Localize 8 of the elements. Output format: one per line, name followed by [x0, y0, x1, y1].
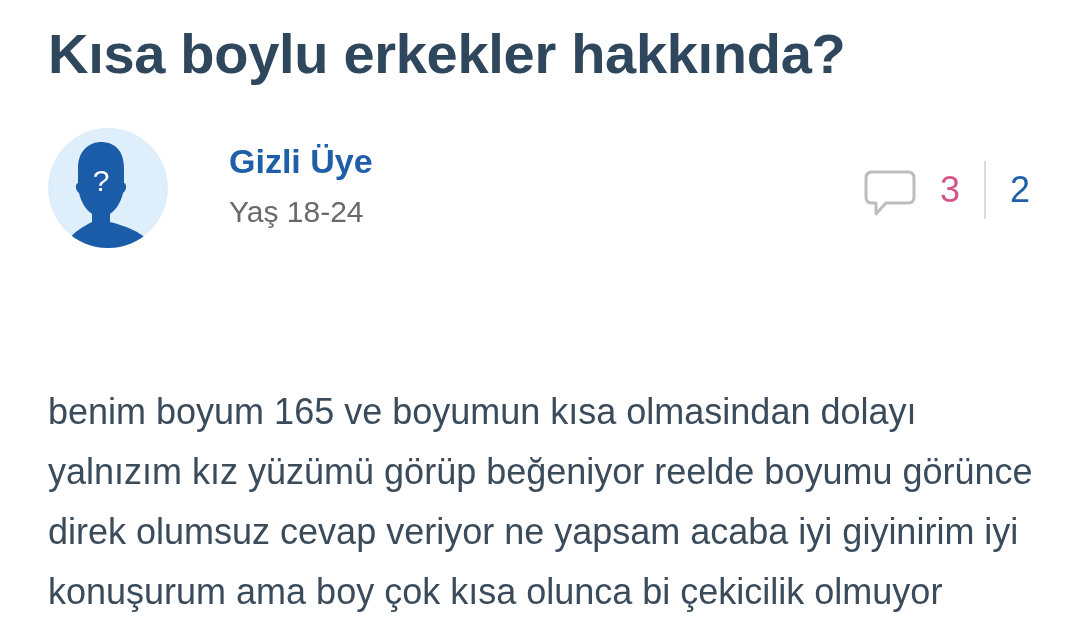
author-name-link[interactable]: Gizli Üye [229, 140, 373, 182]
speech-bubble-icon [863, 170, 916, 216]
question-text: benim boyum 165 ve boyumun kısa olmasindan dolayı yalnızım kız yüzümü görüp beğeniyor reelde boyumu görünce direk olumsuz cevap veriyor ne yapsam acaba iyi giyinirim iyi konuşurum ama boy çok kısa olunca bi çekicilik olmuyor [48, 390, 1034, 614]
question-title: Kısa boylu erkekler hakkında? [48, 22, 847, 86]
author-age: Yaş 18-24 [229, 194, 365, 230]
count-number: 3 [939, 168, 960, 212]
count-number: 2 [1009, 168, 1030, 212]
avatar-icon: ? [48, 128, 168, 248]
